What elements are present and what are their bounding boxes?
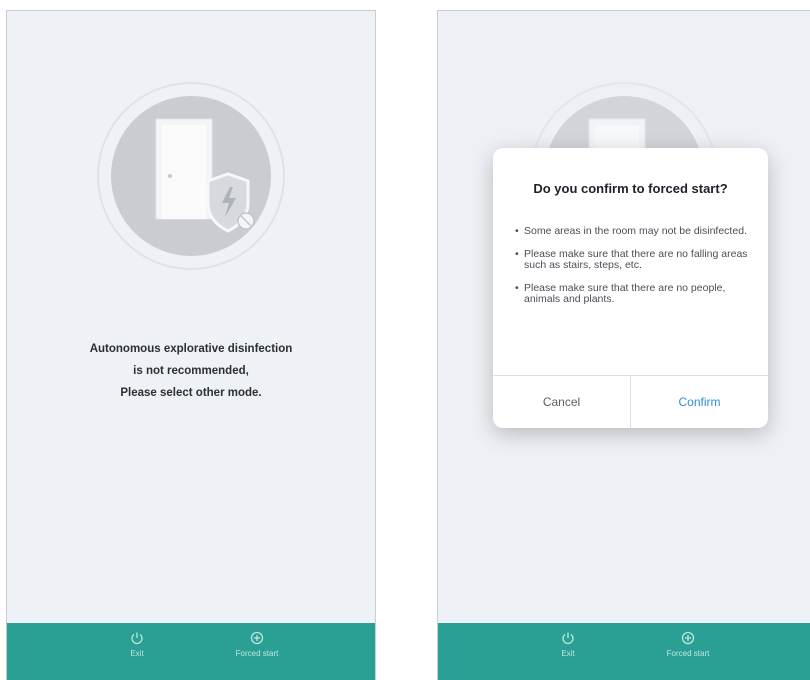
power-icon xyxy=(561,631,575,645)
message-line: Autonomous explorative disinfection xyxy=(89,343,293,355)
list-item: Some areas in the room may not be disinf… xyxy=(515,225,750,238)
plus-circle-icon xyxy=(250,631,264,645)
list-item: Please make sure that there are no peopl… xyxy=(515,282,750,306)
warning-list: Some areas in the room may not be disinf… xyxy=(515,225,750,317)
forced-start-confirm-dialog: Do you confirm to forced start? Some are… xyxy=(493,148,768,428)
canvas: Autonomous explorative disinfection is n… xyxy=(0,0,810,680)
dialog-actions: Cancel Confirm xyxy=(493,375,768,428)
bottom-action-bar: Exit Forced start xyxy=(438,623,810,680)
door-shield-illustration xyxy=(96,81,286,271)
not-recommended-message: Autonomous explorative disinfection is n… xyxy=(7,338,375,404)
message-line: is not recommended, xyxy=(133,365,249,377)
plus-circle-icon xyxy=(681,631,695,645)
exit-label: Exit xyxy=(130,649,144,658)
power-icon xyxy=(130,631,144,645)
exit-label: Exit xyxy=(561,649,575,658)
right-phone-screen: Do you confirm to forced start? Some are… xyxy=(437,10,810,680)
message-line: Please select other mode. xyxy=(120,387,262,399)
forced-start-button[interactable]: Forced start xyxy=(202,631,312,658)
left-phone-screen: Autonomous explorative disinfection is n… xyxy=(6,10,376,680)
cancel-button[interactable]: Cancel xyxy=(493,376,631,428)
forced-start-label: Forced start xyxy=(666,649,710,658)
dialog-title: Do you confirm to forced start? xyxy=(533,181,728,196)
forced-start-label: Forced start xyxy=(235,649,279,658)
exit-button[interactable]: Exit xyxy=(513,631,623,658)
list-item: Please make sure that there are no falli… xyxy=(515,248,750,272)
bottom-action-bar: Exit Forced start xyxy=(7,623,375,680)
exit-button[interactable]: Exit xyxy=(82,631,192,658)
forced-start-button[interactable]: Forced start xyxy=(633,631,743,658)
confirm-button[interactable]: Confirm xyxy=(631,376,768,428)
